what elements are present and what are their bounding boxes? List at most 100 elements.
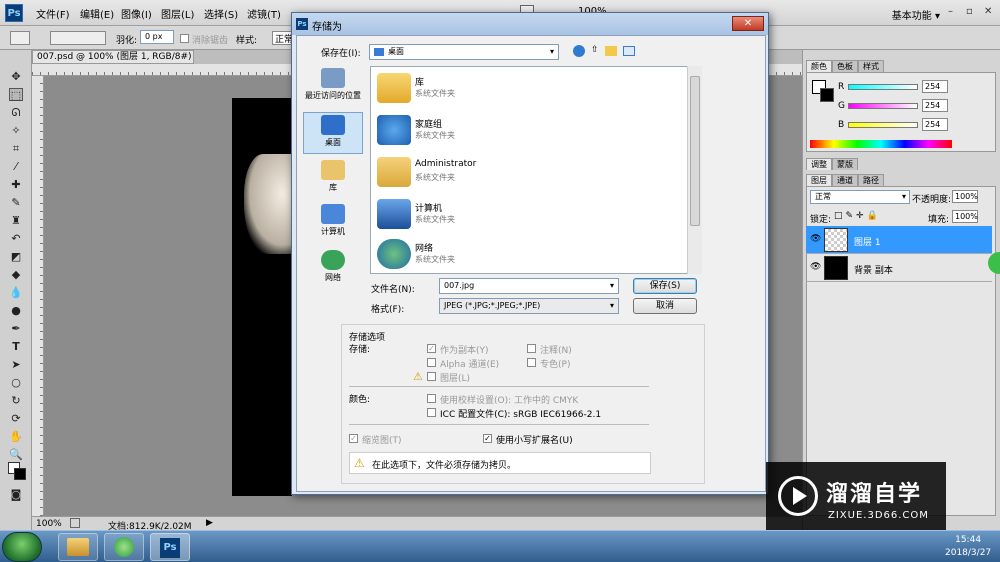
save-button[interactable]: 保存(S)	[633, 278, 697, 294]
magic-wand-icon[interactable]: ✧	[9, 124, 23, 137]
hand-tool-icon[interactable]: ✋	[9, 430, 23, 443]
cancel-button[interactable]: 取消	[633, 298, 697, 314]
b-slider[interactable]	[848, 122, 918, 128]
crop-tool-icon[interactable]: ⌗	[9, 142, 23, 155]
layer-name[interactable]: 图层 1	[854, 235, 881, 248]
view-menu-icon[interactable]	[623, 46, 635, 56]
alpha-checkbox[interactable]	[427, 358, 436, 367]
tab-paths[interactable]: 路径	[858, 174, 884, 186]
tab-channels[interactable]: 通道	[832, 174, 858, 186]
shape-tool-icon[interactable]: ○	[9, 376, 23, 389]
system-clock[interactable]: 15:44 2018/3/27	[945, 534, 991, 560]
minimize-button[interactable]: –	[948, 6, 953, 17]
tab-color[interactable]: 颜色	[806, 60, 832, 72]
r-value[interactable]: 254	[922, 80, 948, 93]
marquee-tool-preset[interactable]	[10, 31, 30, 45]
menu-layer[interactable]: 图层(L)	[161, 6, 194, 21]
place-recent[interactable]: 最近访问的位置	[303, 66, 363, 108]
menu-image[interactable]: 图像(I)	[121, 6, 152, 21]
layer-row-2[interactable]: 👁 背景 副本	[806, 254, 992, 282]
filename-input[interactable]: 007.jpg ▾	[439, 278, 619, 294]
status-icon[interactable]	[70, 518, 80, 528]
blur-tool-icon[interactable]: 💧	[9, 286, 23, 299]
marquee-tool-icon[interactable]: ⬚	[9, 88, 23, 102]
menu-select[interactable]: 选择(S)	[204, 6, 238, 21]
tab-layers[interactable]: 图层	[806, 174, 832, 186]
file-item[interactable]: 计算机 系统文件夹	[375, 195, 675, 235]
tab-masks[interactable]: 蒙版	[832, 158, 858, 170]
dialog-titlebar[interactable]: Ps 存储为 ✕	[292, 13, 768, 35]
visibility-eye-icon[interactable]: 👁	[810, 262, 821, 272]
up-folder-icon[interactable]: ⇧	[591, 45, 599, 55]
status-zoom[interactable]: 100%	[36, 519, 62, 529]
file-list-scrollbar[interactable]	[687, 66, 702, 274]
antialias-checkbox[interactable]	[180, 34, 189, 43]
type-tool-icon[interactable]: T	[9, 340, 23, 353]
place-desktop[interactable]: 桌面	[303, 112, 363, 154]
layers-checkbox[interactable]	[427, 372, 436, 381]
start-button[interactable]	[2, 532, 42, 562]
place-libraries[interactable]: 库	[303, 158, 363, 200]
file-item[interactable]: 网络 系统文件夹	[375, 235, 675, 275]
close-button[interactable]: ✕	[984, 6, 992, 17]
file-item[interactable]: Administrator 系统文件夹	[375, 153, 675, 193]
bg-color-preview[interactable]	[820, 88, 834, 102]
fill-value[interactable]: 100%	[952, 210, 978, 223]
history-brush-icon[interactable]: ↶	[9, 232, 23, 245]
lock-icons[interactable]: □✎✛🔒	[834, 211, 881, 221]
menu-edit[interactable]: 编辑(E)	[80, 6, 114, 21]
tab-swatches[interactable]: 色板	[832, 60, 858, 72]
restore-button[interactable]: ▫	[966, 6, 973, 17]
menu-file[interactable]: 文件(F)	[36, 6, 70, 21]
spot-checkbox[interactable]	[527, 358, 536, 367]
workspace-switcher[interactable]: 基本功能 ▾	[892, 7, 940, 22]
zoom-tool-icon[interactable]: 🔍	[9, 448, 23, 461]
document-image[interactable]	[232, 98, 292, 496]
back-icon[interactable]	[573, 45, 585, 57]
taskbar-explorer-icon[interactable]	[58, 533, 98, 561]
place-network[interactable]: 网络	[303, 248, 363, 290]
scrollbar-thumb[interactable]	[690, 76, 700, 226]
dialog-close-button[interactable]: ✕	[732, 16, 764, 31]
selection-mode-buttons[interactable]	[50, 31, 106, 45]
taskbar-photoshop-icon[interactable]: Ps	[150, 533, 190, 561]
stamp-tool-icon[interactable]: ♜	[9, 214, 23, 227]
path-select-icon[interactable]: ➤	[9, 358, 23, 371]
layer-row-1[interactable]: 👁 图层 1	[806, 226, 992, 254]
vertical-ruler[interactable]	[32, 76, 44, 516]
g-value[interactable]: 254	[922, 99, 948, 112]
background-color-swatch[interactable]	[14, 468, 26, 480]
file-item[interactable]: 库系统文件夹	[375, 69, 675, 109]
menu-filter[interactable]: 滤镜(T)	[247, 6, 281, 21]
eraser-icon[interactable]: ◩	[9, 250, 23, 263]
lowercase-checkbox[interactable]: ✓	[483, 434, 492, 443]
document-tab[interactable]: 007.psd @ 100% (图层 1, RGB/8#) * ×	[32, 50, 194, 74]
feather-input[interactable]: 0 px	[140, 30, 174, 44]
quick-mask-icon[interactable]: ◙	[9, 488, 23, 501]
layer-name[interactable]: 背景 副本	[854, 263, 893, 276]
tab-styles[interactable]: 样式	[858, 60, 884, 72]
new-folder-icon[interactable]	[605, 46, 617, 56]
icc-checkbox[interactable]	[427, 408, 436, 417]
move-tool-icon[interactable]: ✥	[9, 70, 23, 83]
tab-adjustments[interactable]: 调整	[806, 158, 832, 170]
thumbnail-checkbox[interactable]: ✓	[349, 434, 358, 443]
place-computer[interactable]: 计算机	[303, 202, 363, 244]
b-value[interactable]: 254	[922, 118, 948, 131]
g-slider[interactable]	[848, 103, 918, 109]
notes-checkbox[interactable]	[527, 344, 536, 353]
3d-orbit-icon[interactable]: ⟳	[9, 412, 23, 425]
color-spectrum[interactable]	[810, 140, 952, 148]
brush-tool-icon[interactable]: ✎	[9, 196, 23, 209]
eyedropper-icon[interactable]: ⁄	[9, 160, 23, 173]
paint-bucket-icon[interactable]: ◆	[9, 268, 23, 281]
save-in-select[interactable]: 桌面 ▾	[369, 44, 559, 60]
taskbar-browser-icon[interactable]	[104, 533, 144, 561]
healing-brush-icon[interactable]: ✚	[9, 178, 23, 191]
status-arrow-icon[interactable]: ▶	[206, 518, 213, 528]
file-item[interactable]: 家庭组 系统文件夹	[375, 111, 675, 151]
opacity-value[interactable]: 100%	[952, 190, 978, 203]
dodge-tool-icon[interactable]: ●	[9, 304, 23, 317]
pen-tool-icon[interactable]: ✒	[9, 322, 23, 335]
proof-checkbox[interactable]	[427, 394, 436, 403]
